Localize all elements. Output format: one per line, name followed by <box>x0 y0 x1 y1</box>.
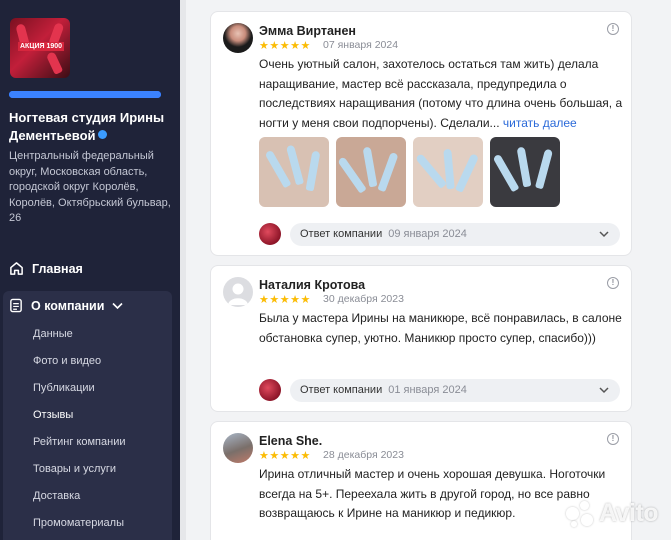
nav-item-home[interactable]: Главная <box>9 261 83 276</box>
avito-logo-icon <box>566 500 596 527</box>
organization-address: Центральный федеральный округ, Московска… <box>9 150 171 224</box>
reviewer-name[interactable]: Elena She. <box>259 434 322 448</box>
organization-name: Ногтевая студия Ирины Дементьевой <box>9 110 165 143</box>
chevron-down-icon <box>599 387 609 394</box>
reply-date: 01 января 2024 <box>388 384 467 396</box>
avatar[interactable] <box>223 23 253 53</box>
watermark-text: Avito <box>599 499 659 527</box>
sidebar-item-promo[interactable]: Промоматериалы <box>33 517 124 529</box>
reply-label: Ответ компании <box>300 228 383 240</box>
review-date: 07 января 2024 <box>323 39 399 51</box>
review-text: Была у мастера Ирины на маникюре, всё по… <box>259 311 622 345</box>
sidebar-item-delivery[interactable]: Доставка <box>33 490 80 502</box>
info-icon[interactable]: ! <box>607 23 619 35</box>
rating-stars: ★★★★★ <box>259 40 311 52</box>
home-icon <box>10 262 23 275</box>
company-avatar <box>259 223 281 245</box>
rating-stars: ★★★★★ <box>259 294 311 306</box>
scrollbar[interactable] <box>180 0 186 540</box>
info-icon[interactable]: ! <box>607 277 619 289</box>
reply-label: Ответ компании <box>300 384 383 396</box>
reviewer-name[interactable]: Эмма Виртанен <box>259 24 356 38</box>
sidebar-item-rating[interactable]: Рейтинг компании <box>33 436 126 448</box>
chevron-down-icon <box>112 302 124 309</box>
nav-section-toggle[interactable]: О компании <box>9 298 124 313</box>
review-photo[interactable] <box>490 137 560 207</box>
review-card: Наталия Кротова ★★★★★ 30 декабря 2023 ! … <box>210 265 632 412</box>
review-card: Эмма Виртанен ★★★★★ 07 января 2024 ! Оче… <box>210 11 632 256</box>
review-photo[interactable] <box>259 137 329 207</box>
sidebar-item-data[interactable]: Данные <box>33 328 73 340</box>
sidebar-item-photo-video[interactable]: Фото и видео <box>33 355 101 367</box>
company-reply-toggle[interactable]: Ответ компании 01 января 2024 <box>290 379 620 402</box>
company-reply-toggle[interactable]: Ответ компании 09 января 2024 <box>290 223 620 246</box>
nav-section-about: О компании Данные Фото и видео Публикаци… <box>3 291 172 540</box>
nav-item-label: Главная <box>32 261 83 276</box>
avito-watermark: Avito <box>566 499 659 528</box>
review-photos <box>259 137 560 207</box>
rating-stars: ★★★★★ <box>259 450 311 462</box>
company-logo[interactable]: АКЦИЯ 1900 <box>10 18 70 78</box>
avatar[interactable] <box>223 433 253 463</box>
read-more-link[interactable]: читать далее <box>503 116 577 130</box>
review-date: 28 декабря 2023 <box>323 449 404 461</box>
review-date: 30 декабря 2023 <box>323 293 404 305</box>
info-icon[interactable]: ! <box>607 433 619 445</box>
company-avatar <box>259 379 281 401</box>
review-photo[interactable] <box>336 137 406 207</box>
review-photo[interactable] <box>413 137 483 207</box>
avatar[interactable] <box>223 277 253 307</box>
reply-date: 09 января 2024 <box>388 228 467 240</box>
sidebar: АКЦИЯ 1900 Ногтевая студия Ирины Дементь… <box>0 0 180 540</box>
logo-promo-text: АКЦИЯ 1900 <box>18 42 65 51</box>
nav-section-label: О компании <box>31 298 105 313</box>
reviewer-name[interactable]: Наталия Кротова <box>259 278 365 292</box>
verified-icon <box>97 130 107 139</box>
review-text: Очень уютный салон, захотелось остаться … <box>259 57 623 130</box>
sidebar-item-goods-services[interactable]: Товары и услуги <box>33 463 116 475</box>
sidebar-item-reviews[interactable]: Отзывы <box>33 409 73 421</box>
chevron-down-icon <box>599 231 609 238</box>
sidebar-item-publications[interactable]: Публикации <box>33 382 95 394</box>
document-icon <box>10 298 22 313</box>
progress-bar <box>9 91 161 98</box>
